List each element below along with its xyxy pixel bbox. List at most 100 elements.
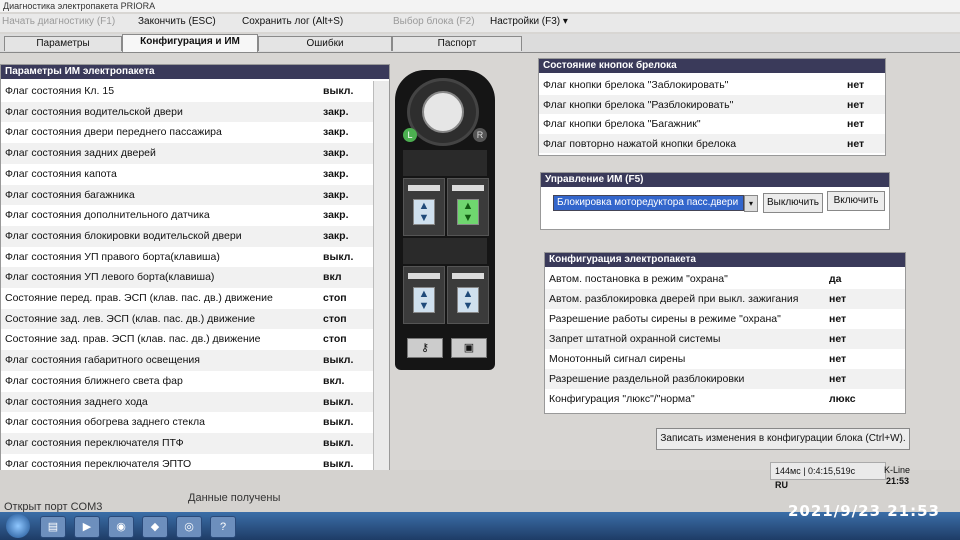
tab-strip: Параметры Конфигурация и ИМ Ошибки Паспо… [0,34,960,53]
config-row: Разрешение раздельной разблокировки нет [545,369,905,389]
param-value: вкл. [323,374,345,387]
param-value: выкл. [323,250,354,263]
data-status: Данные получены [188,492,281,504]
chevron-down-icon[interactable]: ▾ [744,195,758,212]
param-row: Состояние зад. прав. ЭСП (клав. пас. дв.… [1,329,373,350]
window-key-rear-left: ▲ ▼ [403,266,445,324]
param-value: стоп [323,312,347,325]
menu-settings[interactable]: Настройки (F3) ▾ [490,16,568,27]
param-row: Состояние перед. прав. ЭСП (клав. пас. д… [1,288,373,309]
config-value[interactable]: люкс [829,393,856,405]
keyfob-state-list: Флаг кнопки брелока "Заблокировать" нет Фл… [539,75,885,155]
config-value[interactable]: нет [829,333,846,345]
config-row: Разрешение работы сирены в режиме "охран… [545,309,905,329]
config-value[interactable]: да [829,273,842,285]
param-row: Флаг состояния габаритного освещения выкл… [1,350,373,371]
config-value[interactable]: нет [829,313,846,325]
param-value: выкл. [323,354,354,367]
media-icon[interactable]: ▶ [74,516,100,538]
keyfob-flag-value: нет [847,79,865,91]
app-window: Диагностика электропакета PRIORA Начать … [0,0,960,513]
app-icon[interactable]: ◆ [142,516,168,538]
config-label: Автом. постановка в режим "охрана" [549,273,728,285]
param-value: вкл [323,271,342,284]
param-value: стоп [323,333,347,346]
param-label: Флаг состояния переключателя ЭПТО [5,457,192,470]
keyfob-flag-row: Флаг кнопки брелока "Багажник" нет [539,114,885,134]
timing-readout: 144мс | 0:4:15,519с [770,462,886,480]
param-row: Флаг состояния задних дверей закр. [1,143,373,164]
turn-on-button[interactable]: Включить [827,191,885,211]
up-down-arrow-icon: ▲ ▼ [413,287,435,313]
param-row: Флаг состояния дополнительного датчика за… [1,205,373,226]
param-value: закр. [323,229,349,242]
menu-select-unit[interactable]: Выбор блока (F2) [393,16,475,27]
network-icon[interactable]: ◎ [176,516,202,538]
config-value[interactable]: нет [829,353,846,365]
folder-icon[interactable]: ▤ [40,516,66,538]
keyfob-flag-value: нет [847,98,865,111]
keyfob-flag-row: Флаг кнопки брелока "Разблокировать" нет [539,94,885,114]
window-title: Диагностика электропакета PRIORA [0,0,960,12]
language-indicator[interactable]: RU [775,480,788,490]
param-value: закр. [323,147,349,160]
menu-start-diagnostics[interactable]: Начать диагностику (F1) [2,16,115,27]
param-row: Флаг состояния багажника закр. [1,184,373,206]
keyfob-gap [403,150,487,176]
record-icon[interactable]: ◉ [108,516,134,538]
up-down-arrow-icon: ▲ ▼ [413,199,435,225]
param-value: закр. [323,209,349,222]
actuator-select-value: Блокировка моторедуктора пасс.двери [557,197,739,208]
params-scrollbar[interactable] [373,81,389,475]
param-value: выкл. [323,416,354,429]
write-config-button[interactable]: Записать изменения в конфигурации блока … [656,428,910,450]
keyfob-flag-label: Флаг кнопки брелока "Разблокировать" [543,98,734,111]
menu-bar: Начать диагностику (F1) Закончить (ESC) … [0,14,960,32]
help-icon[interactable]: ? [210,516,236,538]
menu-finish[interactable]: Закончить (ESC) [138,16,216,27]
trunk-icon: ▣ [451,338,487,358]
control-panel-title: Управление ИМ (F5) [541,173,889,187]
config-value[interactable]: нет [829,373,846,385]
dpad [407,78,479,146]
config-row: Запрет штатной охранной системы нет [545,329,905,349]
param-label: Флаг состояния капота [5,167,117,180]
menu-save-log[interactable]: Сохранить лог (Alt+S) [242,16,343,27]
keyfob-state-panel: Состояние кнопок брелока Флаг кнопки бре… [538,58,886,156]
tab-passport[interactable]: Паспорт [392,36,522,51]
keyfob-flag-value: нет [847,118,865,130]
param-value: закр. [323,167,349,180]
param-value: выкл. [323,436,354,449]
keyfob-flag-value: нет [847,137,865,150]
config-row: Монотонный сигнал сирены нет [545,349,905,369]
param-label: Флаг состояния водительской двери [5,105,183,118]
lock-unlock-arrows-icon [422,91,464,133]
tab-errors[interactable]: Ошибки [258,36,392,51]
param-row: Флаг состояния УП левого борта(клавиша) в… [1,267,373,288]
param-label: Флаг состояния багажника [5,188,135,201]
param-row: Флаг состояния обогрева заднего стекла вы… [1,412,373,433]
turn-off-button[interactable]: Выключить [763,193,823,213]
config-label: Монотонный сигнал сирены [549,353,686,365]
param-label: Флаг состояния УП правого борта(клавиша) [5,250,220,263]
config-value[interactable]: нет [829,293,846,305]
config-label: Разрешение работы сирены в режиме "охран… [549,313,781,325]
param-label: Состояние зад. лев. ЭСП (клав. пас. дв.)… [5,312,256,325]
tab-configuration[interactable]: Конфигурация и ИМ [122,34,258,52]
param-row: Флаг состояния заднего хода выкл. [1,391,373,413]
start-button[interactable] [6,514,30,538]
left-l-icon: L [403,128,417,142]
actuator-select[interactable]: Блокировка моторедуктора пасс.двери [553,195,744,211]
params-panel: Параметры ИМ электропакета Флаг состояни… [0,64,390,476]
keyfob-flag-row: Флаг повторно нажатой кнопки брелока нет [539,133,885,153]
config-panel: Конфигурация электропакета Автом. постан… [544,252,906,414]
config-label: Автом. разблокировка дверей при выкл. за… [549,293,799,305]
param-label: Флаг состояния заднего хода [5,395,148,408]
param-value: выкл. [323,457,354,470]
param-row: Флаг состояния ближнего света фар вкл. [1,371,373,392]
tab-parameters[interactable]: Параметры [4,36,122,51]
config-row: Автом. постановка в режим "охрана" да [545,269,905,289]
param-value: выкл. [323,395,354,408]
param-row: Флаг состояния двери переднего пассажира… [1,122,373,143]
keyfob-image: L R ▲ ▼ ▲ ▼ ▲ ▼ ▲ ▼ ⚷ ▣ [395,70,495,370]
